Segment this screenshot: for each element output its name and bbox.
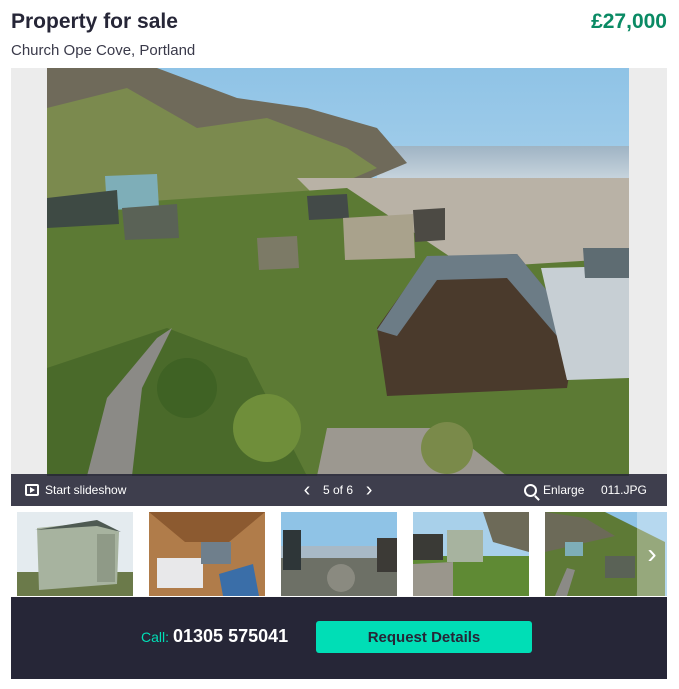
enlarge-label: Enlarge: [543, 483, 585, 497]
main-photo[interactable]: [47, 68, 629, 476]
zoom-icon: [524, 483, 537, 497]
pager-text: 5 of 6: [323, 483, 354, 497]
call-block[interactable]: Call: 01305 575041: [141, 626, 288, 647]
thumbnail-beach-hut-exterior[interactable]: [17, 512, 133, 596]
thumbnail-hut-with-wall[interactable]: [413, 512, 529, 596]
slideshow-label: Start slideshow: [45, 483, 127, 497]
call-label: Call:: [141, 629, 170, 645]
listing-header: Property for sale Church Ope Cove, Portl…: [0, 0, 679, 66]
request-details-button[interactable]: Request Details: [316, 621, 532, 653]
thumbnail-rocky-shore[interactable]: [281, 512, 397, 596]
enlarge-button[interactable]: Enlarge: [524, 474, 584, 506]
start-slideshow-button[interactable]: Start slideshow: [25, 474, 126, 506]
contact-bar: Call: 01305 575041 Request Details: [11, 597, 667, 679]
chevron-right-icon[interactable]: ›: [361, 474, 377, 506]
property-price: £27,000: [591, 10, 667, 33]
photo-gallery: Start slideshow ‹ 5 of 6 › Enlarge 011.J…: [11, 68, 667, 506]
page-title: Property for sale: [11, 10, 178, 33]
property-address: Church Ope Cove, Portland: [11, 42, 196, 59]
photo-toolbar: Start slideshow ‹ 5 of 6 › Enlarge 011.J…: [11, 474, 667, 506]
photo-filename: 011.JPG: [601, 483, 647, 497]
photo-pager: ‹ 5 of 6 ›: [299, 474, 377, 506]
thumbnail-next-chevron-icon[interactable]: ›: [637, 512, 667, 596]
phone-number[interactable]: 01305 575041: [173, 626, 288, 647]
chevron-left-icon[interactable]: ‹: [299, 474, 315, 506]
main-photo-image: [47, 68, 629, 476]
slideshow-icon: [25, 484, 39, 496]
thumbnail-beach-hut-interior[interactable]: [149, 512, 265, 596]
thumbnail-strip: ›: [11, 506, 667, 597]
